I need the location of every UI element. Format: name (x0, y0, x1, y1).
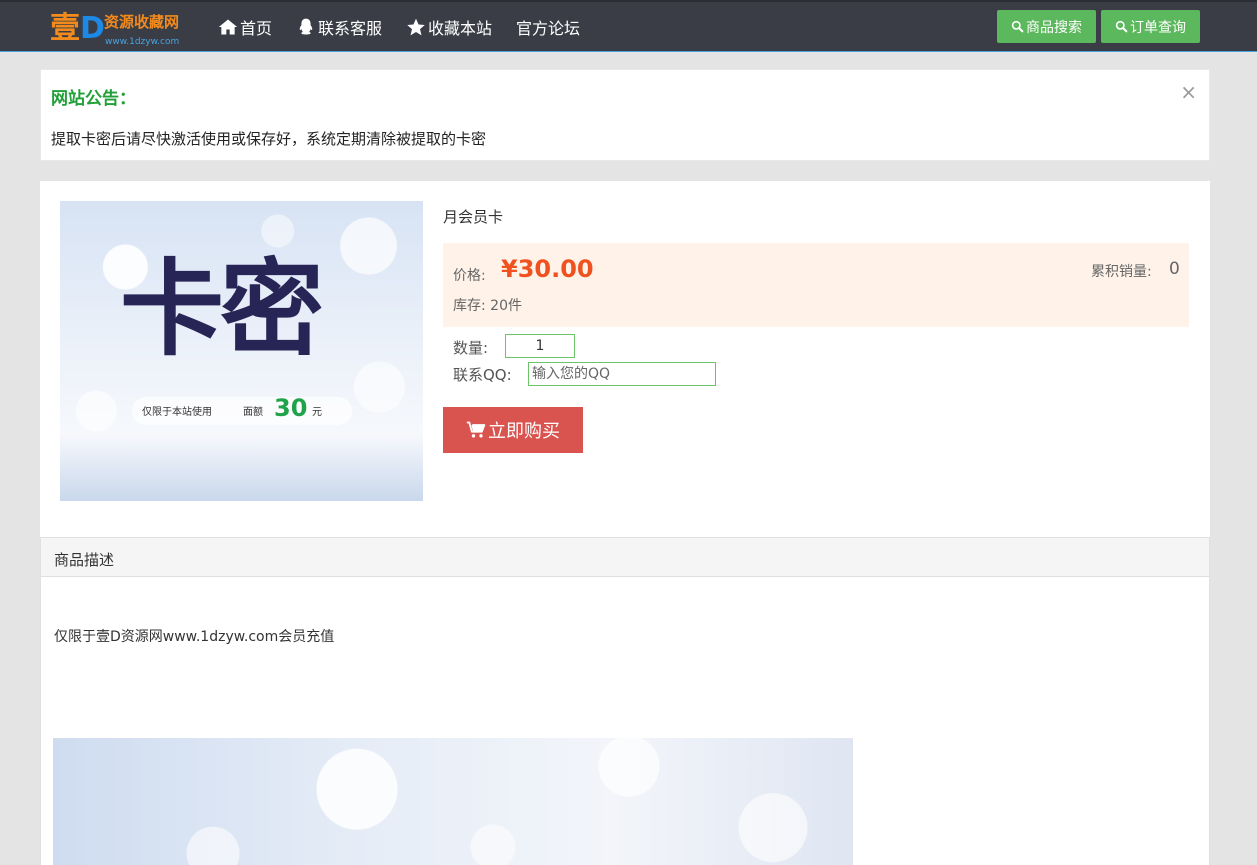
description-image (53, 738, 853, 865)
nav-item-bookmark[interactable]: 收藏本站 (406, 2, 492, 52)
nav-item-label: 首页 (240, 19, 273, 38)
home-icon (218, 19, 238, 35)
nav-item-contact[interactable]: 联系客服 (296, 2, 382, 52)
nav-item-label: 联系客服 (318, 19, 383, 38)
nav-item-home[interactable]: 首页 (218, 2, 272, 52)
nav-item-label: 官方论坛 (516, 19, 581, 38)
nav-links: 首页 联系客服 收藏本站 官方论坛 (218, 2, 604, 52)
notice-close-button[interactable]: × (1180, 80, 1197, 104)
qq-penguin-icon (299, 18, 313, 35)
logo-name: 资源收藏网 (104, 13, 180, 31)
quantity-label: 数量: (453, 339, 489, 357)
nav-item-forum[interactable]: 官方论坛 (516, 2, 580, 52)
cart-icon (466, 421, 486, 438)
logo-big-letter: D (80, 11, 105, 46)
product-name: 月会员卡 (443, 208, 504, 226)
product-image-text-1: 仅限于本站使用 (142, 407, 212, 418)
product-image-amount: 30 (274, 394, 308, 422)
price-value: ¥30.00 (501, 255, 594, 283)
notice-title: 网站公告： (51, 89, 136, 109)
buy-now-label: 立即购买 (488, 421, 560, 442)
notice-text: 提取卡密后请尽快激活使用或保存好，系统定期清除被提取的卡密 (51, 130, 487, 148)
qq-label: 联系QQ: (453, 366, 512, 384)
description-header: 商品描述 (41, 538, 1209, 577)
quantity-input[interactable] (505, 334, 575, 358)
description-title: 商品描述 (54, 551, 115, 569)
sales-value: 0 (1169, 259, 1180, 279)
order-query-label: 订单查询 (1130, 19, 1186, 36)
search-icon (1011, 20, 1024, 33)
product-panel: 卡密 仅限于本站使用 面额 30 元 月会员卡 价格: ¥30.00 库存: 2… (40, 181, 1210, 538)
price-label: 价格: (453, 268, 486, 284)
product-image-text-2: 面额 (243, 407, 263, 418)
description-text: 仅限于壹D资源网www.1dzyw.com会员充值 (54, 629, 335, 645)
sales-label: 累积销量: (1091, 264, 1152, 280)
product-image-big-text: 卡密 (120, 247, 324, 370)
site-logo[interactable]: 壹 D 资源收藏网 www.1dzyw.com (50, 10, 190, 50)
logo-url: www.1dzyw.com (105, 37, 180, 47)
qq-input[interactable] (528, 362, 716, 386)
description-panel: 商品描述 仅限于壹D资源网www.1dzyw.com会员充值 (40, 537, 1210, 865)
product-search-button[interactable]: 商品搜索 (997, 10, 1096, 43)
buy-now-button[interactable]: 立即购买 (443, 407, 583, 453)
product-search-label: 商品搜索 (1026, 19, 1082, 36)
star-icon (407, 18, 425, 36)
top-navbar: 壹 D 资源收藏网 www.1dzyw.com 首页 联系客服 收藏本站 官方论… (0, 0, 1257, 52)
site-notice: 网站公告： × 提取卡密后请尽快激活使用或保存好，系统定期清除被提取的卡密 (40, 69, 1210, 161)
stock-text: 库存: 20件 (453, 298, 522, 314)
product-image: 卡密 仅限于本站使用 面额 30 元 (60, 201, 423, 501)
order-query-button[interactable]: 订单查询 (1101, 10, 1200, 43)
price-box: 价格: ¥30.00 库存: 20件 累积销量: 0 (443, 243, 1189, 327)
logo-big-char: 壹 (50, 11, 80, 46)
product-image-unit: 元 (312, 407, 322, 418)
nav-item-label: 收藏本站 (428, 19, 493, 38)
search-icon (1115, 20, 1128, 33)
